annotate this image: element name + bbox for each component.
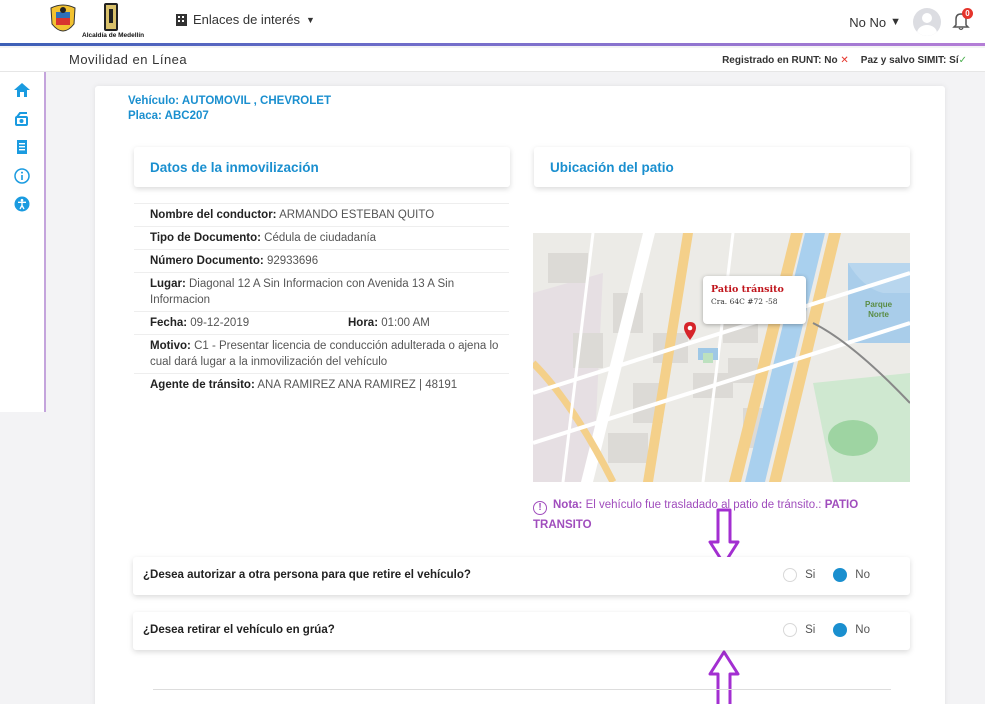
- links-label: Enlaces de interés: [193, 12, 300, 27]
- detail-row: Agente de tránsito: ANA RAMIREZ ANA RAMI…: [134, 373, 509, 396]
- question-text: ¿Desea retirar el vehículo en grúa?: [143, 624, 335, 636]
- medellin-logo: Alcaldía de Medellín: [82, 2, 160, 42]
- immobilization-details: Nombre del conductor: ARMANDO ESTEBAN QU…: [134, 203, 509, 396]
- simit-status: Paz y salvo SIMIT: Sí✓: [860, 55, 967, 66]
- location-map[interactable]: [533, 233, 910, 482]
- vehicle-plate: Placa: ABC207: [128, 110, 209, 122]
- map-park-label: Parque Norte: [865, 300, 893, 319]
- caret-down-icon: ▼: [305, 14, 315, 25]
- map-callout: Patio tránsito Cra. 64C #72 -58: [703, 276, 806, 324]
- accessibility-icon[interactable]: [12, 194, 32, 214]
- sub-header: Movilidad en Línea Registrado en RUNT: N…: [0, 48, 985, 72]
- details-section-header: Datos de la inmovilización: [134, 147, 510, 187]
- detail-row: Tipo de Documento: Cédula de ciudadanía: [134, 226, 509, 249]
- notification-badge: 0: [962, 8, 973, 19]
- callout-address: Cra. 64C #72 -58: [711, 297, 778, 306]
- detail-row: Número Documento: 92933696: [134, 249, 509, 272]
- vehicle-info: Vehículo: AUTOMOVIL , CHEVROLET Placa: A…: [128, 94, 331, 124]
- radio-yes[interactable]: [783, 568, 798, 582]
- callout-title: Patio tránsito: [711, 284, 784, 295]
- top-navbar: Alcaldía de Medellín Enlaces de interés …: [0, 0, 985, 46]
- info-icon[interactable]: [12, 166, 32, 186]
- radio-yes-label: Si: [805, 569, 816, 581]
- home-icon[interactable]: [12, 80, 32, 100]
- radio-no-label: No: [855, 624, 870, 636]
- check-icon: ✓: [958, 55, 967, 66]
- user-name[interactable]: No No: [849, 15, 886, 30]
- detail-row: Lugar: Diagonal 12 A Sin Informacion con…: [134, 272, 509, 311]
- detail-row: Fecha: 09-12-2019 Hora: 01:00 AM: [134, 311, 509, 334]
- caret-down-icon[interactable]: ▼: [890, 16, 901, 28]
- radio-no[interactable]: [833, 568, 848, 582]
- location-section-header: Ubicación del patio: [534, 147, 910, 187]
- colombia-shield-logo: [50, 4, 76, 32]
- document-icon[interactable]: [12, 137, 32, 157]
- authorize-question: ¿Desea autorizar a otra persona para que…: [133, 557, 910, 595]
- links-dropdown[interactable]: Enlaces de interés ▼: [176, 12, 315, 27]
- close-icon: ✕: [840, 55, 849, 66]
- detail-row: Nombre del conductor: ARMANDO ESTEBAN QU…: [134, 203, 509, 226]
- question-text: ¿Desea autorizar a otra persona para que…: [143, 569, 471, 581]
- location-title: Ubicación del patio: [550, 160, 674, 175]
- details-title: Datos de la inmovilización: [150, 160, 319, 175]
- building-icon: [176, 13, 187, 26]
- info-icon: !: [533, 501, 547, 515]
- page-title: Movilidad en Línea: [69, 52, 188, 67]
- runt-status: Registrado en RUNT: No ✕: [722, 55, 849, 66]
- radio-no-label: No: [855, 569, 870, 581]
- sidebar: [0, 72, 46, 412]
- up-arrow-icon: [708, 650, 740, 704]
- radio-no[interactable]: [833, 623, 848, 637]
- divider: [153, 689, 891, 690]
- vehicle-icon[interactable]: [12, 109, 32, 129]
- tow-question: ¿Desea retirar el vehículo en grúa? Si N…: [133, 612, 910, 650]
- radio-yes[interactable]: [783, 623, 798, 637]
- bell-icon[interactable]: 0: [951, 8, 973, 33]
- vehicle-type: Vehículo: AUTOMOVIL , CHEVROLET: [128, 95, 331, 107]
- map-pin-icon[interactable]: [684, 322, 696, 340]
- detail-row: Motivo: C1 - Presentar licencia de condu…: [134, 334, 509, 373]
- radio-yes-label: Si: [805, 624, 816, 636]
- avatar[interactable]: [913, 8, 941, 36]
